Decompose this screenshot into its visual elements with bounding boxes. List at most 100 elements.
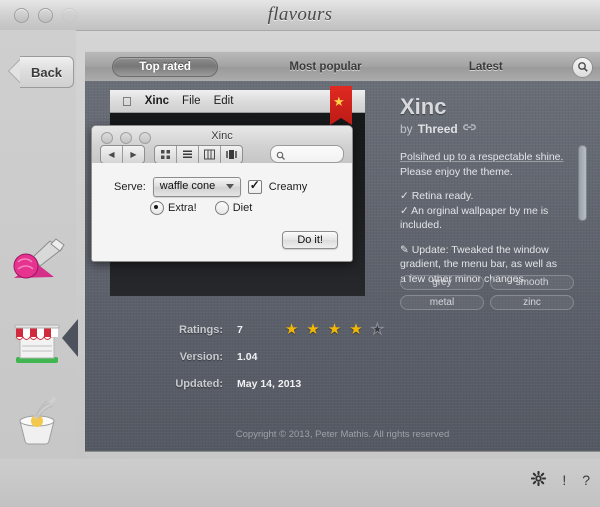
- preview-window-title: Xinc: [211, 130, 233, 142]
- preview-search-input: [270, 145, 344, 163]
- creamy-checkbox: [247, 178, 262, 194]
- ratings-row: Ratings: 7 ★ ★ ★ ★ ★: [145, 316, 475, 343]
- detail-stage:  Xinc File Edit ★ Xinc: [85, 81, 600, 451]
- copyright-text: Copyright © 2013, Peter Mathis. All righ…: [235, 429, 450, 440]
- back-button-label: Back: [20, 56, 74, 88]
- star-icon: ★: [333, 94, 345, 109]
- status-bar: ! ?: [0, 459, 600, 507]
- theme-author: Threed: [417, 122, 458, 137]
- search-button[interactable]: [566, 56, 600, 78]
- coverflow-view-icon: [221, 146, 242, 163]
- column-view-icon: [199, 146, 221, 163]
- tag-metal[interactable]: metal: [400, 295, 484, 310]
- diet-label: Diet: [232, 202, 253, 214]
- theme-author-line: by Threed: [400, 122, 592, 136]
- diet-radio-wrap: Diet: [214, 201, 253, 215]
- theme-description: Polsihed up to a respectable shine. Plea…: [400, 150, 572, 290]
- preview-nav-group: ◀ ▶: [100, 145, 145, 164]
- serve-dropdown: waffle cone: [152, 177, 241, 197]
- alert-icon[interactable]: !: [562, 473, 566, 487]
- sidebar-item-mixer[interactable]: [6, 395, 68, 447]
- version-label: Version:: [179, 350, 223, 363]
- diet-radio: [214, 201, 229, 215]
- apple-logo-icon: : [122, 95, 132, 108]
- tab-most-popular-label: Most popular: [289, 61, 362, 73]
- icon-view-icon: [155, 146, 177, 163]
- main-panel: Top rated Most popular Latest Xinc File …: [76, 42, 600, 507]
- serve-label: Serve:: [114, 181, 146, 193]
- extra-label: Extra!: [168, 202, 197, 214]
- shop-front-icon: [6, 315, 68, 367]
- version-row: Version: 1.04: [145, 343, 475, 370]
- star-filled-4: ★: [349, 321, 363, 338]
- link-icon[interactable]: [462, 122, 476, 136]
- chevron-down-icon: [225, 184, 234, 189]
- extra-radio-wrap: Extra!: [150, 201, 197, 215]
- search-icon: [572, 56, 594, 78]
- desc-line-2: Please enjoy the theme.: [400, 165, 513, 178]
- category-tabs: Top rated Most popular Latest: [85, 51, 600, 83]
- featured-ribbon-badge: ★: [330, 86, 352, 125]
- desc-line-3: ✓ Retina ready.: [400, 190, 474, 203]
- serve-row: Serve: waffle cone Creamy: [114, 177, 307, 197]
- help-icon[interactable]: ?: [582, 473, 590, 487]
- desc-paragraph-2: ✓ Retina ready. ✓ An orginal wallpaper b…: [400, 189, 572, 232]
- desc-line-1: Polsihed up to a respectable shine.: [400, 151, 564, 164]
- ratings-label: Ratings:: [179, 323, 223, 336]
- updated-label: Updated:: [175, 377, 223, 390]
- star-filled-2: ★: [306, 321, 320, 338]
- menu-item-edit: Edit: [203, 95, 234, 107]
- tab-latest-label: Latest: [468, 61, 503, 73]
- desc-line-5: included.: [400, 219, 443, 232]
- star-filled-3: ★: [327, 321, 342, 338]
- extra-radio: [150, 201, 164, 215]
- serve-dropdown-value: waffle cone: [159, 180, 216, 192]
- app-title: flavours: [267, 4, 333, 25]
- whisk-bowl-icon: [6, 395, 68, 447]
- sidebar-item-store[interactable]: [6, 315, 68, 367]
- ice-cream-scoop-icon: [6, 235, 68, 287]
- gear-icon[interactable]: [531, 470, 547, 488]
- tag-grey[interactable]: grey: [400, 275, 484, 290]
- star-filled-1: ★: [284, 321, 299, 338]
- star-empty-5: ★: [370, 321, 385, 338]
- tab-top-rated[interactable]: Top rated: [85, 57, 245, 77]
- theme-info: Xinc by Threed Polsihed up to a respecta…: [400, 94, 592, 290]
- preview-window: Xinc ◀ ▶ Serve: waffle cone ✓ Creamy Ext…: [91, 125, 353, 262]
- preview-view-group: [154, 145, 243, 164]
- back-button[interactable]: Back: [9, 56, 74, 88]
- preview-window-body: Serve: waffle cone Creamy Extra!: [92, 163, 352, 261]
- menu-item-app: Xinc: [135, 95, 169, 107]
- version-value: 1.04: [237, 350, 258, 363]
- desc-paragraph-1: Polsihed up to a respectable shine. Plea…: [400, 150, 572, 179]
- desc-line-6: ✎ Update: Tweaked the window: [400, 243, 549, 256]
- preview-menubar:  Xinc File Edit: [110, 90, 365, 113]
- sidebar-item-scoop[interactable]: [6, 235, 68, 287]
- tab-latest[interactable]: Latest: [406, 61, 566, 73]
- flavour-radio-group: Extra! Diet: [150, 201, 252, 215]
- tag-smooth[interactable]: smooth: [490, 275, 574, 290]
- theme-title: Xinc: [400, 94, 447, 119]
- menu-item-file: File: [172, 95, 201, 107]
- tag-zinc[interactable]: zinc: [490, 295, 574, 310]
- preview-toolbar: ◀ ▶: [100, 145, 243, 164]
- updated-row: Updated: May 14, 2013: [145, 370, 475, 397]
- ratings-value: 7: [237, 323, 243, 336]
- preview-nav-back-button: ◀: [101, 146, 123, 163]
- description-scrollbar[interactable]: [578, 145, 587, 263]
- tab-most-popular[interactable]: Most popular: [245, 61, 405, 73]
- sidebar-items: [6, 235, 68, 447]
- preview-window-titlebar: Xinc ◀ ▶: [92, 126, 352, 164]
- star-rating: ★ ★ ★ ★ ★: [284, 321, 385, 338]
- preview-nav-forward-button: ▶: [130, 150, 137, 159]
- description-scrollbar-thumb[interactable]: [578, 145, 587, 221]
- theme-tags: grey smooth metal zinc: [400, 275, 576, 310]
- theme-meta: Ratings: 7 ★ ★ ★ ★ ★ Version: 1.04 Updat…: [145, 316, 475, 397]
- tab-top-rated-label: Top rated: [112, 57, 218, 77]
- do-it-button: Do it!: [282, 231, 338, 249]
- desc-line-4: ✓ An orginal wallpaper by me is: [400, 204, 549, 217]
- desc-line-7: gradient, the menu bar, as well as: [400, 258, 558, 271]
- updated-value: May 14, 2013: [237, 377, 302, 390]
- sidebar: [0, 30, 78, 507]
- flavours-window: flavours Back Top rated Most popular Lat…: [0, 0, 600, 507]
